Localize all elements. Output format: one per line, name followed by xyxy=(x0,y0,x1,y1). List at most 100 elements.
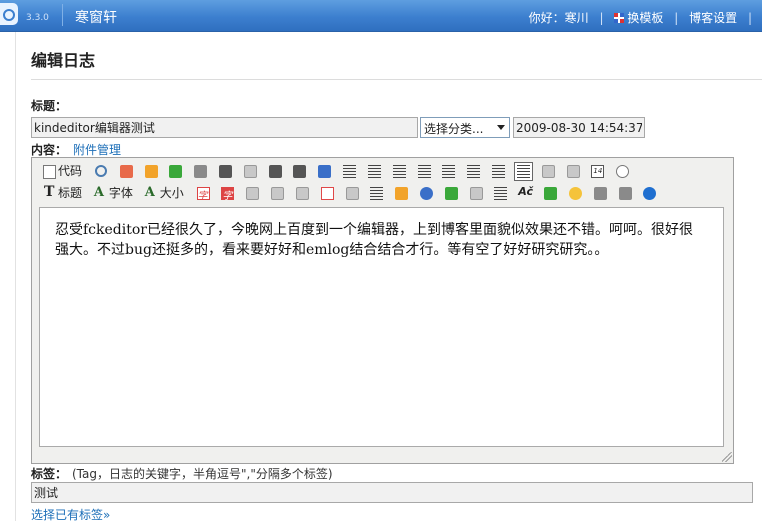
insert-image-button[interactable] xyxy=(392,184,411,203)
nav-separator: | xyxy=(674,11,679,25)
source-code-label: 代码 xyxy=(58,164,83,178)
underline-button[interactable] xyxy=(293,184,312,203)
align-right-icon xyxy=(392,165,406,178)
background-color-icon xyxy=(221,187,235,202)
underline-icon xyxy=(295,187,309,200)
paste-icon xyxy=(268,165,282,178)
insert-link-button[interactable] xyxy=(591,184,610,203)
insert-flash-button[interactable] xyxy=(417,184,436,203)
smiley-icon xyxy=(568,187,582,200)
page-title: 编辑日志 xyxy=(31,51,96,70)
insert-media-button[interactable] xyxy=(442,184,461,203)
scissors-icon xyxy=(218,165,232,178)
outdent-button[interactable] xyxy=(513,162,533,181)
about-button[interactable] xyxy=(640,184,659,203)
font-size-button[interactable]: 大小 xyxy=(143,184,188,203)
superscript-button[interactable] xyxy=(564,162,583,181)
emlog-logo-icon[interactable] xyxy=(0,3,18,25)
paste-word-button[interactable] xyxy=(315,162,334,181)
special-char-button[interactable] xyxy=(516,184,535,203)
horizontal-rule-icon xyxy=(544,187,558,200)
top-bar: 3.3.0 寒窗轩 你好：寒川 | 换模板 | 博客设置 | xyxy=(0,0,762,32)
tags-input[interactable] xyxy=(31,482,753,503)
fullscreen-icon xyxy=(119,165,133,178)
insert-time-button[interactable] xyxy=(613,162,632,181)
horizontal-rule-button[interactable] xyxy=(541,184,560,203)
superscript-icon xyxy=(566,165,580,178)
indent-button[interactable] xyxy=(489,162,508,181)
unordered-list-button[interactable] xyxy=(464,162,483,181)
heading-label: 标题 xyxy=(58,186,83,200)
unordered-list-icon xyxy=(467,165,481,178)
insert-layer-button[interactable] xyxy=(467,184,486,203)
change-template-link[interactable]: 换模板 xyxy=(614,11,663,25)
info-icon xyxy=(643,187,657,200)
align-center-button[interactable] xyxy=(365,162,384,181)
title-input[interactable] xyxy=(31,117,418,138)
choose-existing-tags-link[interactable]: 选择已有标签» xyxy=(31,506,110,523)
chevron-down-icon xyxy=(497,125,505,130)
blog-settings-link[interactable]: 博客设置 xyxy=(689,11,737,25)
toolbar-row-1: 代码 xyxy=(41,162,634,182)
editor-content-area[interactable]: 忍受fckeditor已经很久了，今晚网上百度到一个编辑器，上到博客里面貌似效果… xyxy=(39,207,724,447)
greeting-user-link[interactable]: 你好：寒川 xyxy=(529,11,589,25)
subscript-button[interactable] xyxy=(539,162,558,181)
text-color-icon xyxy=(196,187,210,202)
font-family-label: 字体 xyxy=(108,186,133,200)
strikethrough-icon xyxy=(320,187,334,200)
insert-table-button[interactable] xyxy=(491,184,510,203)
resize-grip-icon[interactable] xyxy=(722,452,732,462)
italic-button[interactable] xyxy=(268,184,287,203)
font-family-button[interactable]: 字体 xyxy=(92,184,137,203)
copy-button[interactable] xyxy=(241,162,260,181)
source-icon xyxy=(43,165,56,179)
title-divider xyxy=(31,79,762,80)
image-icon xyxy=(395,187,409,200)
italic-icon xyxy=(271,187,285,200)
table-icon xyxy=(494,187,508,200)
nav-separator: | xyxy=(599,11,604,25)
ordered-list-button[interactable] xyxy=(439,162,458,181)
eraser-icon xyxy=(345,187,359,200)
template-icon xyxy=(614,13,625,23)
heading-button[interactable]: 标题 xyxy=(41,184,86,203)
print-icon xyxy=(194,165,208,178)
unlink-button[interactable] xyxy=(616,184,635,203)
cut-button[interactable] xyxy=(216,162,235,181)
change-template-label: 换模板 xyxy=(627,11,664,25)
redo-icon xyxy=(169,165,183,178)
preview-button[interactable] xyxy=(92,162,111,181)
font-size-icon xyxy=(145,185,158,200)
fullscreen-button[interactable] xyxy=(117,162,136,181)
undo-button[interactable] xyxy=(142,162,161,181)
remove-format-button[interactable] xyxy=(343,184,362,203)
emoticons-button[interactable] xyxy=(566,184,585,203)
align-justify-button[interactable] xyxy=(415,162,434,181)
editor-content-text: 忍受fckeditor已经很久了，今晚网上百度到一个编辑器，上到博客里面貌似效果… xyxy=(55,222,693,258)
paste-text-icon xyxy=(293,165,307,178)
paste-text-button[interactable] xyxy=(290,162,309,181)
outdent-icon xyxy=(516,165,530,178)
attachment-manager-link[interactable]: 附件管理 xyxy=(73,141,121,158)
insert-date-button[interactable] xyxy=(588,162,607,181)
align-right-button[interactable] xyxy=(390,162,409,181)
source-code-button[interactable]: 代码 xyxy=(41,162,86,181)
title-label: 标题： xyxy=(31,99,68,113)
category-select[interactable]: 选择分类... xyxy=(420,117,510,138)
indent-icon xyxy=(492,165,506,178)
align-left-button[interactable] xyxy=(340,162,359,181)
text-color-button[interactable] xyxy=(194,184,213,203)
date-input[interactable] xyxy=(513,117,645,138)
divider xyxy=(62,4,63,26)
bold-button[interactable] xyxy=(243,184,262,203)
site-name-link[interactable]: 寒窗轩 xyxy=(75,7,117,27)
paste-button[interactable] xyxy=(266,162,285,181)
align-justify-icon xyxy=(417,165,431,178)
select-all-button[interactable] xyxy=(367,184,386,203)
strikethrough-button[interactable] xyxy=(318,184,337,203)
redo-button[interactable] xyxy=(166,162,185,181)
print-button[interactable] xyxy=(191,162,210,181)
paste-word-icon xyxy=(318,165,332,178)
background-color-button[interactable] xyxy=(218,184,237,203)
version-label: 3.3.0 xyxy=(26,13,49,23)
